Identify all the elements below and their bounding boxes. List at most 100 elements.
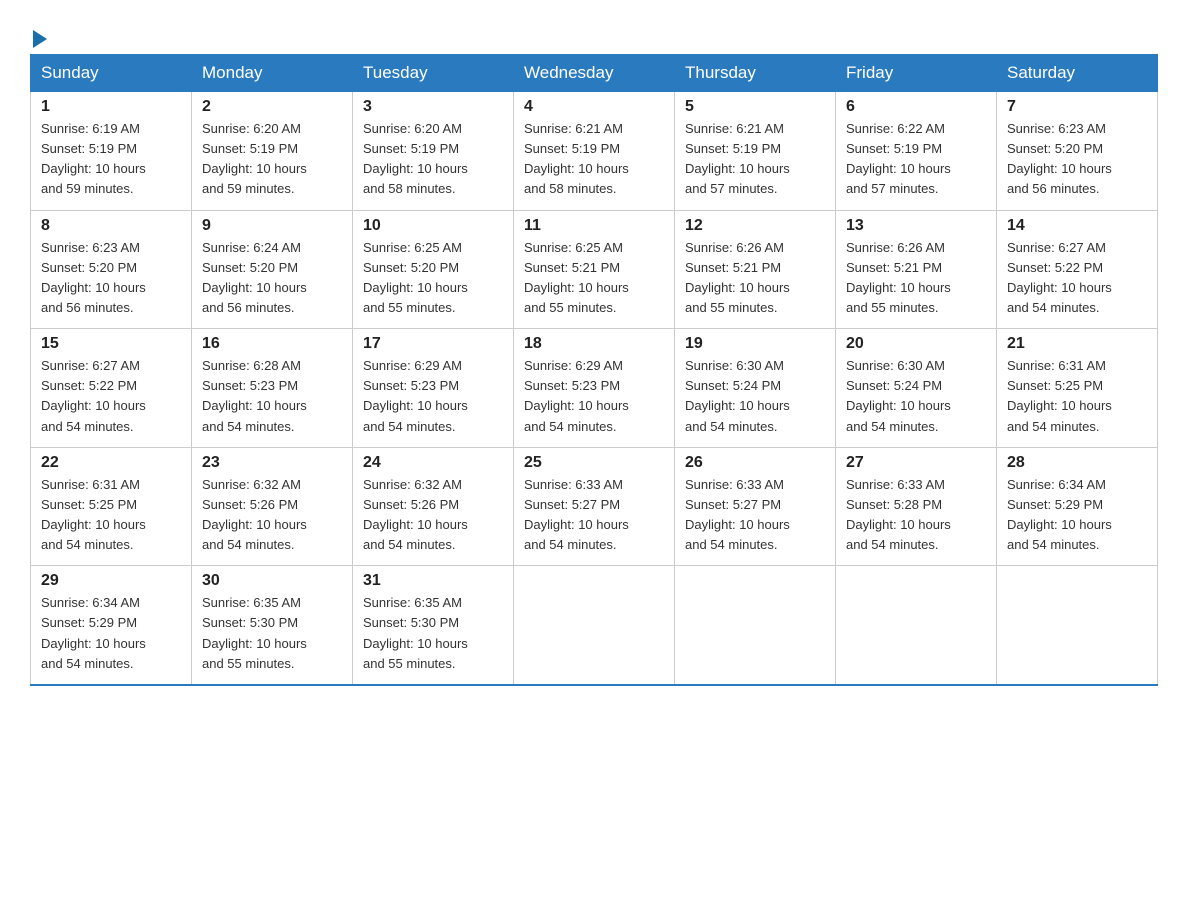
day-info: Sunrise: 6:32 AMSunset: 5:26 PMDaylight:… — [363, 477, 468, 552]
col-header-sunday: Sunday — [31, 55, 192, 92]
day-cell: 31 Sunrise: 6:35 AMSunset: 5:30 PMDaylig… — [353, 566, 514, 685]
day-info: Sunrise: 6:23 AMSunset: 5:20 PMDaylight:… — [41, 240, 146, 315]
day-cell: 22 Sunrise: 6:31 AMSunset: 5:25 PMDaylig… — [31, 447, 192, 566]
day-cell: 28 Sunrise: 6:34 AMSunset: 5:29 PMDaylig… — [997, 447, 1158, 566]
day-number: 19 — [685, 335, 825, 353]
day-info: Sunrise: 6:29 AMSunset: 5:23 PMDaylight:… — [524, 358, 629, 433]
day-cell: 8 Sunrise: 6:23 AMSunset: 5:20 PMDayligh… — [31, 210, 192, 329]
day-info: Sunrise: 6:26 AMSunset: 5:21 PMDaylight:… — [846, 240, 951, 315]
day-number: 9 — [202, 217, 342, 235]
day-info: Sunrise: 6:21 AMSunset: 5:19 PMDaylight:… — [524, 121, 629, 196]
day-info: Sunrise: 6:25 AMSunset: 5:21 PMDaylight:… — [524, 240, 629, 315]
day-cell: 26 Sunrise: 6:33 AMSunset: 5:27 PMDaylig… — [675, 447, 836, 566]
day-info: Sunrise: 6:23 AMSunset: 5:20 PMDaylight:… — [1007, 121, 1112, 196]
day-number: 4 — [524, 98, 664, 116]
week-row-5: 29 Sunrise: 6:34 AMSunset: 5:29 PMDaylig… — [31, 566, 1158, 685]
day-cell: 30 Sunrise: 6:35 AMSunset: 5:30 PMDaylig… — [192, 566, 353, 685]
day-cell: 19 Sunrise: 6:30 AMSunset: 5:24 PMDaylig… — [675, 329, 836, 448]
day-number: 30 — [202, 572, 342, 590]
day-number: 24 — [363, 454, 503, 472]
day-info: Sunrise: 6:31 AMSunset: 5:25 PMDaylight:… — [41, 477, 146, 552]
day-cell: 15 Sunrise: 6:27 AMSunset: 5:22 PMDaylig… — [31, 329, 192, 448]
day-cell: 1 Sunrise: 6:19 AMSunset: 5:19 PMDayligh… — [31, 92, 192, 211]
day-info: Sunrise: 6:24 AMSunset: 5:20 PMDaylight:… — [202, 240, 307, 315]
day-info: Sunrise: 6:31 AMSunset: 5:25 PMDaylight:… — [1007, 358, 1112, 433]
day-number: 17 — [363, 335, 503, 353]
day-number: 13 — [846, 217, 986, 235]
day-number: 15 — [41, 335, 181, 353]
day-cell — [514, 566, 675, 685]
day-cell: 24 Sunrise: 6:32 AMSunset: 5:26 PMDaylig… — [353, 447, 514, 566]
day-cell: 7 Sunrise: 6:23 AMSunset: 5:20 PMDayligh… — [997, 92, 1158, 211]
day-number: 16 — [202, 335, 342, 353]
day-cell: 13 Sunrise: 6:26 AMSunset: 5:21 PMDaylig… — [836, 210, 997, 329]
day-info: Sunrise: 6:25 AMSunset: 5:20 PMDaylight:… — [363, 240, 468, 315]
day-cell: 6 Sunrise: 6:22 AMSunset: 5:19 PMDayligh… — [836, 92, 997, 211]
day-info: Sunrise: 6:22 AMSunset: 5:19 PMDaylight:… — [846, 121, 951, 196]
day-cell: 21 Sunrise: 6:31 AMSunset: 5:25 PMDaylig… — [997, 329, 1158, 448]
day-info: Sunrise: 6:29 AMSunset: 5:23 PMDaylight:… — [363, 358, 468, 433]
day-cell: 27 Sunrise: 6:33 AMSunset: 5:28 PMDaylig… — [836, 447, 997, 566]
page-header — [30, 20, 1158, 44]
day-number: 7 — [1007, 98, 1147, 116]
day-info: Sunrise: 6:30 AMSunset: 5:24 PMDaylight:… — [846, 358, 951, 433]
day-cell: 9 Sunrise: 6:24 AMSunset: 5:20 PMDayligh… — [192, 210, 353, 329]
day-number: 8 — [41, 217, 181, 235]
day-number: 21 — [1007, 335, 1147, 353]
day-number: 22 — [41, 454, 181, 472]
day-info: Sunrise: 6:35 AMSunset: 5:30 PMDaylight:… — [202, 595, 307, 670]
day-number: 29 — [41, 572, 181, 590]
day-info: Sunrise: 6:28 AMSunset: 5:23 PMDaylight:… — [202, 358, 307, 433]
day-number: 12 — [685, 217, 825, 235]
day-info: Sunrise: 6:34 AMSunset: 5:29 PMDaylight:… — [41, 595, 146, 670]
day-cell: 29 Sunrise: 6:34 AMSunset: 5:29 PMDaylig… — [31, 566, 192, 685]
day-info: Sunrise: 6:27 AMSunset: 5:22 PMDaylight:… — [41, 358, 146, 433]
week-row-2: 8 Sunrise: 6:23 AMSunset: 5:20 PMDayligh… — [31, 210, 1158, 329]
day-info: Sunrise: 6:21 AMSunset: 5:19 PMDaylight:… — [685, 121, 790, 196]
day-cell: 5 Sunrise: 6:21 AMSunset: 5:19 PMDayligh… — [675, 92, 836, 211]
header-row: SundayMondayTuesdayWednesdayThursdayFrid… — [31, 55, 1158, 92]
day-info: Sunrise: 6:33 AMSunset: 5:27 PMDaylight:… — [524, 477, 629, 552]
day-info: Sunrise: 6:33 AMSunset: 5:27 PMDaylight:… — [685, 477, 790, 552]
day-number: 2 — [202, 98, 342, 116]
week-row-4: 22 Sunrise: 6:31 AMSunset: 5:25 PMDaylig… — [31, 447, 1158, 566]
day-cell — [675, 566, 836, 685]
day-number: 14 — [1007, 217, 1147, 235]
day-number: 31 — [363, 572, 503, 590]
col-header-saturday: Saturday — [997, 55, 1158, 92]
day-number: 3 — [363, 98, 503, 116]
day-cell: 4 Sunrise: 6:21 AMSunset: 5:19 PMDayligh… — [514, 92, 675, 211]
day-cell: 25 Sunrise: 6:33 AMSunset: 5:27 PMDaylig… — [514, 447, 675, 566]
day-info: Sunrise: 6:32 AMSunset: 5:26 PMDaylight:… — [202, 477, 307, 552]
day-number: 23 — [202, 454, 342, 472]
day-cell: 14 Sunrise: 6:27 AMSunset: 5:22 PMDaylig… — [997, 210, 1158, 329]
col-header-monday: Monday — [192, 55, 353, 92]
day-cell — [836, 566, 997, 685]
day-cell: 11 Sunrise: 6:25 AMSunset: 5:21 PMDaylig… — [514, 210, 675, 329]
col-header-friday: Friday — [836, 55, 997, 92]
day-cell: 20 Sunrise: 6:30 AMSunset: 5:24 PMDaylig… — [836, 329, 997, 448]
col-header-thursday: Thursday — [675, 55, 836, 92]
day-info: Sunrise: 6:20 AMSunset: 5:19 PMDaylight:… — [363, 121, 468, 196]
day-info: Sunrise: 6:33 AMSunset: 5:28 PMDaylight:… — [846, 477, 951, 552]
day-number: 28 — [1007, 454, 1147, 472]
logo-arrow-icon — [33, 30, 47, 48]
day-info: Sunrise: 6:30 AMSunset: 5:24 PMDaylight:… — [685, 358, 790, 433]
day-info: Sunrise: 6:35 AMSunset: 5:30 PMDaylight:… — [363, 595, 468, 670]
day-info: Sunrise: 6:34 AMSunset: 5:29 PMDaylight:… — [1007, 477, 1112, 552]
day-cell: 17 Sunrise: 6:29 AMSunset: 5:23 PMDaylig… — [353, 329, 514, 448]
day-cell — [997, 566, 1158, 685]
day-number: 1 — [41, 98, 181, 116]
logo — [30, 20, 47, 44]
day-cell: 3 Sunrise: 6:20 AMSunset: 5:19 PMDayligh… — [353, 92, 514, 211]
day-number: 26 — [685, 454, 825, 472]
day-cell: 12 Sunrise: 6:26 AMSunset: 5:21 PMDaylig… — [675, 210, 836, 329]
day-number: 25 — [524, 454, 664, 472]
day-number: 6 — [846, 98, 986, 116]
week-row-1: 1 Sunrise: 6:19 AMSunset: 5:19 PMDayligh… — [31, 92, 1158, 211]
day-cell: 16 Sunrise: 6:28 AMSunset: 5:23 PMDaylig… — [192, 329, 353, 448]
day-info: Sunrise: 6:20 AMSunset: 5:19 PMDaylight:… — [202, 121, 307, 196]
day-number: 18 — [524, 335, 664, 353]
col-header-tuesday: Tuesday — [353, 55, 514, 92]
week-row-3: 15 Sunrise: 6:27 AMSunset: 5:22 PMDaylig… — [31, 329, 1158, 448]
